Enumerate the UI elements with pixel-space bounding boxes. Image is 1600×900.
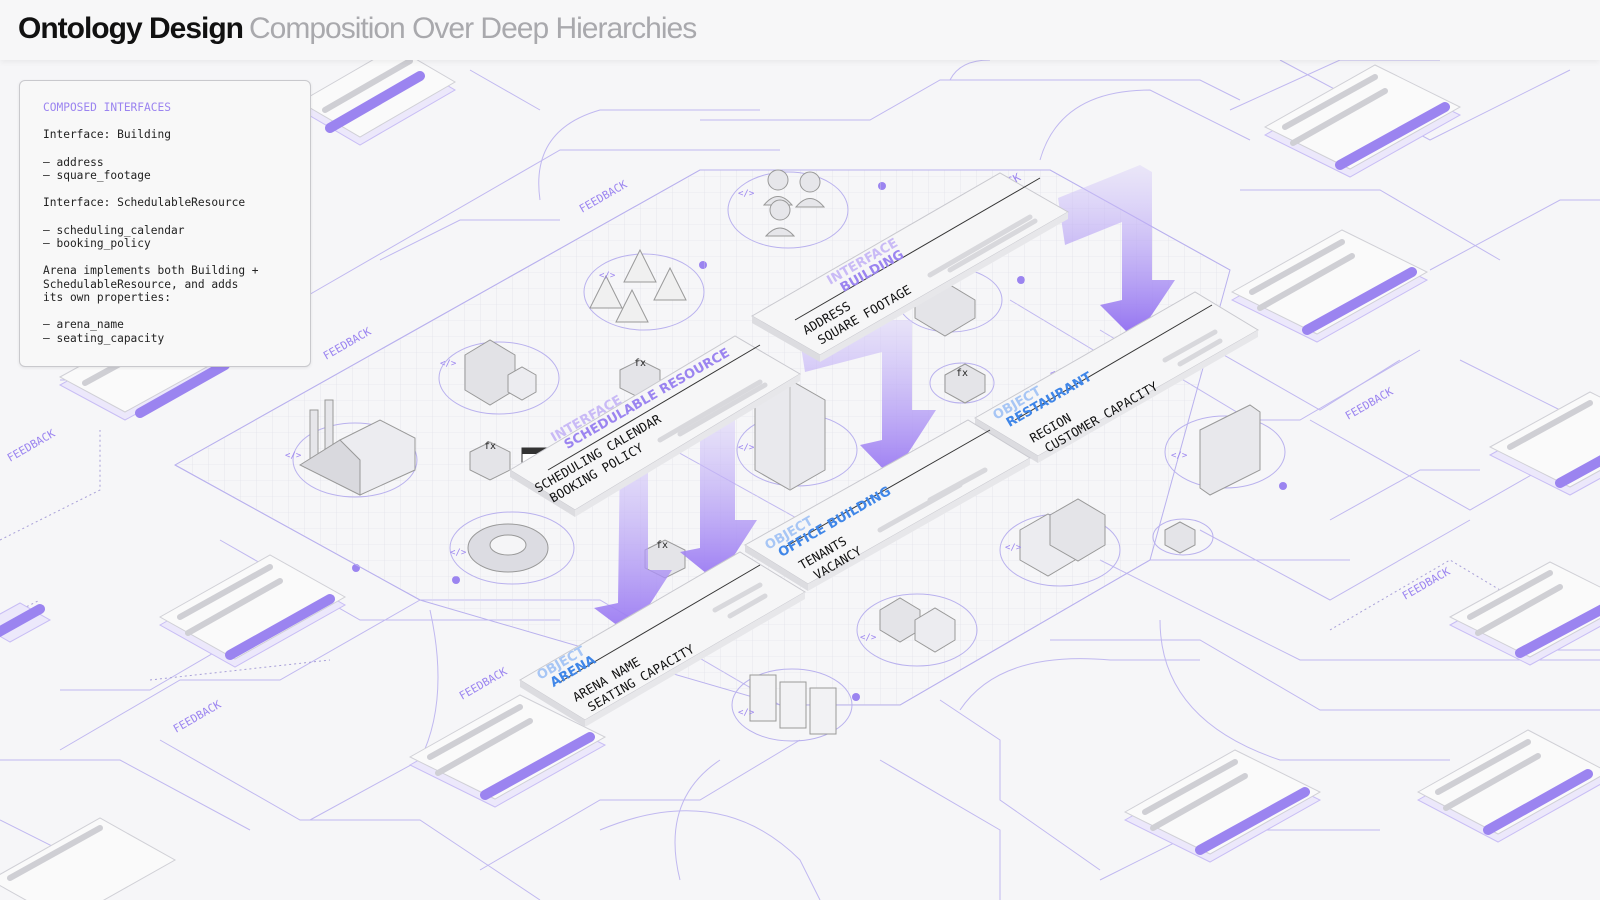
panel-line: — scheduling_calendar <box>43 224 185 237</box>
data-card <box>1263 64 1462 178</box>
data-card <box>0 602 52 643</box>
data-card <box>299 46 456 146</box>
code-icon: </> <box>285 451 302 461</box>
data-card <box>1488 391 1600 496</box>
data-card <box>1416 729 1600 843</box>
fx-icon: fx <box>956 368 968 379</box>
panel-line: Arena implements both Building + <box>43 264 259 277</box>
feedback-label: FEEDBACK <box>577 178 630 216</box>
data-card <box>158 554 347 668</box>
code-icon: </> <box>860 633 877 643</box>
panel-line: Interface: Building <box>43 128 171 141</box>
fx-icon: fx <box>656 540 668 551</box>
code-icon: </> <box>450 548 467 558</box>
code-icon: </> <box>1171 451 1188 461</box>
panel-line: Interface: SchedulableResource <box>43 196 246 209</box>
data-card <box>0 817 177 900</box>
code-icon: </> <box>738 708 755 718</box>
title-main: Ontology Design <box>18 12 244 45</box>
fx-icon: fx <box>634 358 646 369</box>
panel-line: SchedulableResource, and adds <box>43 278 239 291</box>
feedback-label: FEEDBACK <box>321 325 374 363</box>
fx-icon: fx <box>484 441 496 452</box>
panel-line: — booking_policy <box>43 237 151 250</box>
panel-line: — arena_name <box>43 318 124 331</box>
panel-line: — address <box>43 156 104 169</box>
panel-line: — seating_capacity <box>43 332 165 345</box>
panel-heading: COMPOSED INTERFACES <box>43 101 171 114</box>
feedback-label: FEEDBACK <box>5 427 58 465</box>
title-subtitle: Composition Over Deep Hierarchies <box>249 12 697 45</box>
panel-line: — square_footage <box>43 169 151 182</box>
page-title: Ontology Design Composition Over Deep Hie… <box>18 12 697 46</box>
code-icon: </> <box>440 359 457 369</box>
code-icon: </> <box>1005 543 1022 553</box>
code-icon: </> <box>738 443 755 453</box>
feedback-label: FEEDBACK <box>1400 565 1453 603</box>
feedback-label: FEEDBACK <box>171 698 224 736</box>
cubes-icon <box>1152 518 1214 556</box>
data-card <box>1123 749 1322 863</box>
code-icon: </> <box>738 189 755 199</box>
panel-line: its own properties: <box>43 291 171 304</box>
data-card <box>1230 229 1429 343</box>
code-icon: </> <box>599 271 616 281</box>
feedback-label: FEEDBACK <box>457 665 510 703</box>
header-bar: Ontology Design Composition Over Deep Hie… <box>0 0 1600 60</box>
composed-interfaces-panel: COMPOSED INTERFACES Interface: Building … <box>19 80 311 367</box>
